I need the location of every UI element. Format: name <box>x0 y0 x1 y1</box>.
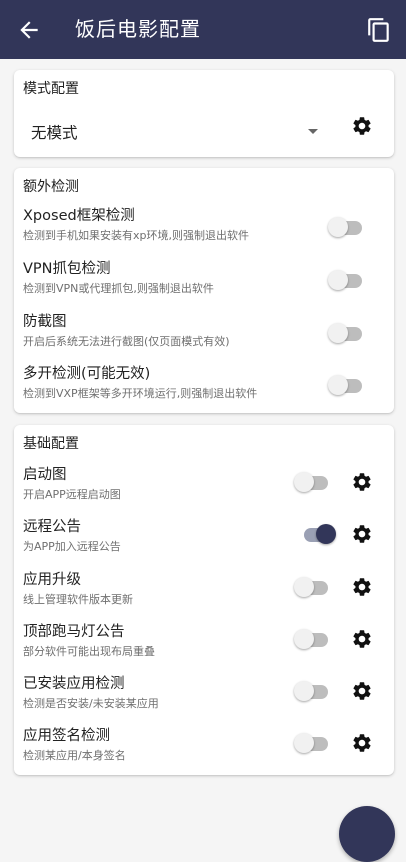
item-description: 部分软件可能出现布局重叠 <box>23 645 155 658</box>
item-label: Xposed框架检测 <box>23 208 135 224</box>
anti-screenshot-toggle[interactable] <box>328 322 364 344</box>
gear-icon[interactable] <box>351 576 373 598</box>
gear-icon[interactable] <box>351 471 373 493</box>
caret-down-icon <box>308 129 318 134</box>
item-description: 开启APP远程启动图 <box>23 488 121 501</box>
switch-thumb <box>294 681 314 701</box>
marquee-notice-toggle[interactable] <box>294 628 330 650</box>
switch-thumb <box>328 375 348 395</box>
switch-thumb <box>328 323 348 343</box>
signature-detect-toggle[interactable] <box>294 732 330 754</box>
list-item: 顶部跑马灯公告 部分软件可能出现布局重叠 <box>14 622 394 674</box>
extra-detection-title: 额外检测 <box>23 179 79 195</box>
item-description: 检测某应用/本身签名 <box>23 749 126 762</box>
item-label: 启动图 <box>23 467 67 483</box>
list-item: VPN抓包检测 检测到VPN或代理抓包,则强制退出软件 <box>14 259 394 311</box>
item-label: VPN抓包检测 <box>23 261 111 277</box>
switch-thumb <box>294 577 314 597</box>
copy-icon[interactable] <box>366 17 392 43</box>
gear-icon[interactable] <box>351 523 373 545</box>
item-label: 应用升级 <box>23 572 81 588</box>
list-item: 防截图 开启后系统无法进行截图(仅页面模式有效) <box>14 312 394 364</box>
xposed-detect-toggle[interactable] <box>328 216 364 238</box>
item-description: 开启后系统无法进行截图(仅页面模式有效) <box>23 335 230 348</box>
mode-select-value: 无模式 <box>31 124 78 142</box>
switch-thumb <box>294 472 314 492</box>
basic-config-card: 基础配置 启动图 开启APP远程启动图 远程公告 为APP加入远程公告 应用升级… <box>14 425 394 775</box>
item-description: 线上管理软件版本更新 <box>23 593 133 606</box>
arrow-left-icon[interactable] <box>16 17 42 43</box>
item-description: 检测到手机如果安装有xp环境,则强制退出软件 <box>23 229 249 242</box>
list-item: 应用升级 线上管理软件版本更新 <box>14 570 394 622</box>
mode-select[interactable]: 无模式 <box>14 116 334 150</box>
gear-icon[interactable] <box>351 628 373 650</box>
list-item: 应用签名检测 检测某应用/本身签名 <box>14 726 394 778</box>
switch-thumb <box>294 629 314 649</box>
fab-icon[interactable] <box>339 806 395 862</box>
list-item: 已安装应用检测 检测是否安装/未安装某应用 <box>14 674 394 726</box>
list-item: Xposed框架检测 检测到手机如果安装有xp环境,则强制退出软件 <box>14 206 394 258</box>
page-title: 饭后电影配置 <box>75 17 201 41</box>
vpn-detect-toggle[interactable] <box>328 269 364 291</box>
list-item: 远程公告 为APP加入远程公告 <box>14 517 394 569</box>
switch-thumb <box>328 217 348 237</box>
app-bar: 饭后电影配置 <box>0 0 406 59</box>
installed-app-detect-toggle[interactable] <box>294 680 330 702</box>
item-description: 检测到VPN或代理抓包,则强制退出软件 <box>23 282 214 295</box>
item-description: 为APP加入远程公告 <box>23 540 121 553</box>
gear-icon[interactable] <box>351 680 373 702</box>
list-item: 多开检测(可能无效) 检测到VXP框架等多开环境运行,则强制退出软件 <box>14 364 394 416</box>
item-label: 防截图 <box>23 314 67 330</box>
remote-notice-toggle[interactable] <box>300 523 336 545</box>
item-description: 检测是否安装/未安装某应用 <box>23 697 159 710</box>
gear-icon[interactable] <box>351 115 373 137</box>
gear-icon[interactable] <box>351 732 373 754</box>
list-item: 启动图 开启APP远程启动图 <box>14 465 394 517</box>
splash-toggle[interactable] <box>294 471 330 493</box>
item-label: 多开检测(可能无效) <box>23 366 151 382</box>
switch-thumb <box>316 524 336 544</box>
mode-config-title: 模式配置 <box>23 81 79 97</box>
multi-open-detect-toggle[interactable] <box>328 374 364 396</box>
switch-thumb <box>328 270 348 290</box>
item-label: 远程公告 <box>23 519 81 535</box>
item-label: 应用签名检测 <box>23 728 110 744</box>
item-description: 检测到VXP框架等多开环境运行,则强制退出软件 <box>23 387 258 400</box>
item-label: 顶部跑马灯公告 <box>23 624 125 640</box>
item-label: 已安装应用检测 <box>23 676 125 692</box>
basic-config-title: 基础配置 <box>23 436 79 452</box>
switch-thumb <box>294 733 314 753</box>
extra-detection-card: 额外检测 Xposed框架检测 检测到手机如果安装有xp环境,则强制退出软件 V… <box>14 168 394 413</box>
mode-config-card: 模式配置 无模式 <box>14 70 394 157</box>
app-update-toggle[interactable] <box>294 576 330 598</box>
